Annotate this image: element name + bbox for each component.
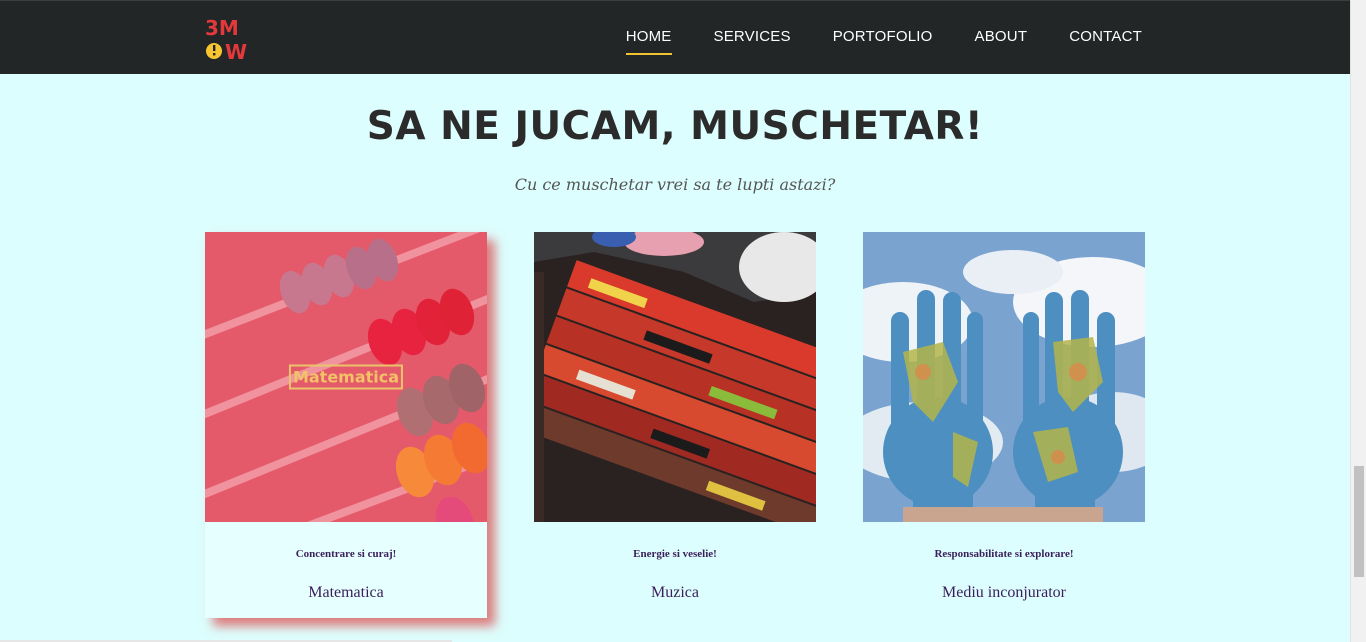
world-map-hands-image[interactable] xyxy=(863,232,1145,522)
card-tagline: Concentrare si curaj! xyxy=(295,548,397,560)
nav-portofolio[interactable]: PORTOFOLIO xyxy=(833,28,933,49)
main-nav: HOME SERVICES PORTOFOLIO ABOUT CONTACT xyxy=(584,1,1142,75)
page-scrollbar[interactable] xyxy=(1350,0,1366,642)
card-title[interactable]: Matematica xyxy=(205,584,487,602)
nav-home[interactable]: HOME xyxy=(625,28,672,55)
painted-piano-image[interactable] xyxy=(534,232,816,522)
card-overlay-label[interactable]: Matematica xyxy=(288,364,404,390)
abacus-image[interactable]: Matematica xyxy=(205,232,487,522)
page-title: SA NE JUCAM, MUSCHETAR! xyxy=(366,104,984,149)
card-title[interactable]: Mediu inconjurator xyxy=(863,584,1145,602)
nav-services[interactable]: SERVICES xyxy=(714,28,791,49)
navbar: 3M W HOME SERVICES PORTOFOLIO ABOUT CONT… xyxy=(0,0,1350,74)
card-tagline: Responsabilitate si explorare! xyxy=(934,548,1074,560)
card-muzica[interactable]: Energie si veselie! Muzica xyxy=(534,232,816,618)
site-logo[interactable]: 3M W xyxy=(205,15,253,61)
nav-contact[interactable]: CONTACT xyxy=(1069,28,1142,49)
card-title[interactable]: Muzica xyxy=(534,584,816,602)
card-mediu-inconjurator[interactable]: Responsabilitate si explorare! Mediu inc… xyxy=(863,232,1145,618)
page-subtitle: Cu ce muschetar vrei sa te lupti astazi? xyxy=(514,175,836,194)
svg-text:W: W xyxy=(225,40,247,61)
card-matematica[interactable]: Matematica Concentrare si curaj! Matemat… xyxy=(205,232,487,618)
nav-about[interactable]: ABOUT xyxy=(975,28,1028,49)
svg-text:3M: 3M xyxy=(205,16,239,40)
scrollbar-thumb[interactable] xyxy=(1354,466,1364,577)
card-tagline: Energie si veselie! xyxy=(633,548,717,560)
